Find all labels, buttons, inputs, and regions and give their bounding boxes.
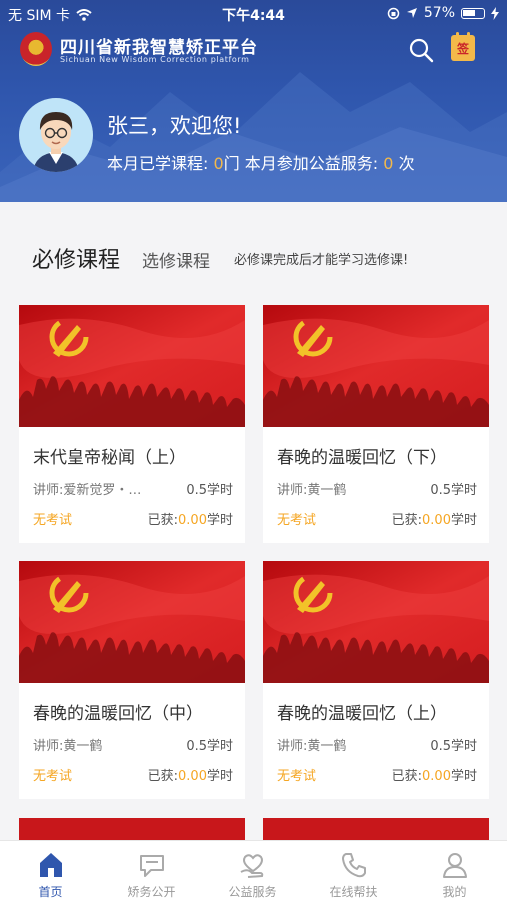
message-icon: [140, 855, 164, 877]
course-earned: 已获:0.00学时: [392, 509, 477, 528]
earned-value: 0.00: [422, 513, 451, 528]
nav-item-online-help[interactable]: 在线帮扶: [303, 841, 404, 900]
course-title: 末代皇帝秘闻（上）: [33, 448, 186, 468]
header: 无 SIM 卡 下午4:44 57% 四川省新我智慧矫正平台 Sichuan N…: [0, 0, 507, 202]
home-icon: [40, 853, 62, 877]
course-earned: 已获:0.00学时: [392, 765, 477, 784]
phone-icon: [342, 853, 366, 878]
course-hours: 0.5学时: [186, 739, 233, 754]
nav-item-profile[interactable]: 我的: [404, 841, 505, 900]
status-bar: 无 SIM 卡 下午4:44 57%: [0, 0, 507, 28]
course-card[interactable]: 春晚的温暖回忆（中） 讲师:黄一鹤 0.5学时无考试 已获:0.00学时: [19, 561, 245, 799]
earned-label: 已获:: [147, 769, 179, 784]
earned-value: 0.00: [178, 513, 207, 528]
course-teacher: 讲师:爱新觉罗・…: [33, 483, 142, 498]
earned-unit: 学时: [206, 769, 233, 784]
course-exam-status: 无考试: [33, 513, 73, 528]
avatar-illustration: [33, 112, 79, 172]
course-earned: 已获:0.00学时: [148, 765, 233, 784]
course-title: 春晚的温暖回忆（中）: [33, 704, 203, 724]
charging-icon: [491, 6, 499, 20]
courses-unit: 门: [223, 154, 240, 173]
course-image: [263, 818, 489, 840]
course-card[interactable]: 春晚的温暖回忆（下） 讲师:黄一鹤 0.5学时无考试 已获:0.00学时: [263, 305, 489, 543]
nav-label: 首页: [38, 885, 63, 899]
battery-icon: [461, 7, 485, 19]
rotation-lock-icon: [387, 7, 400, 19]
course-hours: 0.5学时: [186, 483, 233, 498]
emblem-logo: [20, 32, 52, 66]
battery-percent: 57%: [423, 5, 455, 21]
course-hours: 0.5学时: [430, 483, 477, 498]
courses-count: 0: [213, 154, 224, 173]
nav-item-public-service[interactable]: 公益服务: [202, 841, 303, 900]
course-title: 春晚的温暖回忆（上）: [277, 704, 447, 724]
course-image: [19, 305, 245, 427]
earned-unit: 学时: [450, 769, 477, 784]
app-subtitle: Sichuan New Wisdom Correction platform: [60, 55, 250, 64]
course-earned: 已获:0.00学时: [148, 509, 233, 528]
courses-label: 本月已学课程:: [107, 154, 209, 173]
course-title: 春晚的温暖回忆（下）: [277, 448, 447, 468]
earned-label: 已获:: [391, 513, 423, 528]
heart-hand-icon: [240, 854, 264, 878]
monthly-stats: 本月已学课程: 0门 本月参加公益服务: 0 次: [107, 150, 415, 174]
service-label: 本月参加公益服务:: [244, 154, 379, 173]
tab-elective-courses[interactable]: 选修课程: [142, 247, 210, 272]
earned-unit: 学时: [206, 513, 233, 528]
course-image: [19, 561, 245, 683]
course-exam-status: 无考试: [277, 769, 317, 784]
user-icon: [443, 853, 467, 878]
sign-in-calendar-icon[interactable]: 签: [451, 32, 475, 61]
bottom-nav: 首页 矫务公开 公益服务 在线帮扶 我的: [0, 840, 507, 900]
service-unit: 次: [398, 154, 415, 173]
nav-item-home[interactable]: 首页: [0, 841, 101, 900]
tabs-hint: 必修课完成后才能学习选修课!: [234, 253, 409, 268]
earned-label: 已获:: [391, 769, 423, 784]
course-exam-status: 无考试: [277, 513, 317, 528]
nav-label: 矫务公开: [127, 885, 176, 899]
earned-value: 0.00: [178, 769, 207, 784]
earned-label: 已获:: [147, 513, 179, 528]
tab-required-courses[interactable]: 必修课程: [32, 242, 120, 274]
course-teacher: 讲师:黄一鹤: [277, 739, 347, 754]
location-icon: [406, 8, 417, 18]
nav-label: 我的: [442, 885, 467, 899]
nav-label: 公益服务: [228, 885, 277, 899]
avatar[interactable]: [19, 98, 93, 172]
nav-item-affairs[interactable]: 矫务公开: [101, 841, 202, 900]
earned-unit: 学时: [450, 513, 477, 528]
course-card[interactable]: 末代皇帝秘闻（上） 讲师:爱新觉罗・… 0.5学时无考试 已获:0.00学时: [19, 305, 245, 543]
course-card-partial[interactable]: [263, 818, 489, 840]
course-teacher: 讲师:黄一鹤: [277, 483, 347, 498]
course-exam-status: 无考试: [33, 769, 73, 784]
course-image: [19, 818, 245, 840]
course-hours: 0.5学时: [430, 739, 477, 754]
earned-value: 0.00: [422, 769, 451, 784]
course-card-partial[interactable]: [19, 818, 245, 840]
nav-label: 在线帮扶: [329, 885, 378, 899]
service-count: 0: [383, 154, 394, 173]
course-image: [263, 561, 489, 683]
search-icon[interactable]: [407, 36, 435, 64]
course-card[interactable]: 春晚的温暖回忆（上） 讲师:黄一鹤 0.5学时无考试 已获:0.00学时: [263, 561, 489, 799]
course-teacher: 讲师:黄一鹤: [33, 739, 103, 754]
welcome-text: 张三，欢迎您!: [107, 114, 242, 138]
course-tabs: 必修课程 选修课程 必修课完成后才能学习选修课!: [32, 242, 492, 274]
app-bar: 四川省新我智慧矫正平台 Sichuan New Wisdom Correctio…: [0, 30, 507, 70]
course-image: [263, 305, 489, 427]
